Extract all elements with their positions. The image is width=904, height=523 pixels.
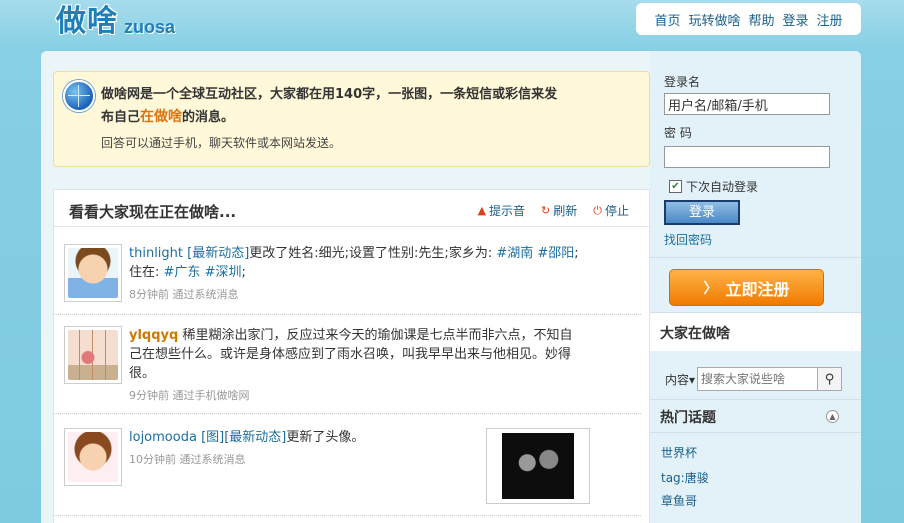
- remember-me[interactable]: ✔ 下次自动登录: [669, 178, 758, 195]
- stop-button[interactable]: ⏻ 停止: [593, 202, 629, 219]
- status-body: 稀里糊涂出家门，反应过来今天的瑜伽课是七点半而非六点，不知自己在想些什么。或许是…: [129, 328, 573, 381]
- bell-icon: ▲: [477, 204, 487, 217]
- status-meta: 8分钟前 通过系统消息: [129, 288, 239, 301]
- forgot-password-link[interactable]: 找回密码: [664, 231, 712, 248]
- main-panel: 做啥网是一个全球互动社区，大家都在用140字，一张图，一条短信或彩信来发 布自己…: [41, 51, 861, 523]
- username-label: 登录名: [664, 75, 701, 89]
- status-meta: 10分钟前 通过系统消息: [129, 453, 246, 466]
- attached-image[interactable]: [486, 428, 590, 504]
- logo-chinese: 做啥: [56, 4, 118, 39]
- status-meta: 9分钟前 通过手机做啥网: [129, 389, 250, 402]
- intro-line-1: 做啥网是一个全球互动社区，大家都在用140字，一张图，一条短信或彩信来发: [101, 87, 558, 102]
- status-body: 更改了姓名:细光;设置了性别:先生;家乡为:: [249, 246, 497, 261]
- intro-subtext: 回答可以通过手机，聊天软件或本网站发送。: [101, 136, 342, 150]
- status-body: 更新了头像。: [286, 430, 365, 445]
- intro-highlight: 在做啥: [140, 109, 183, 125]
- hot-topic-link[interactable]: 章鱼哥: [661, 492, 697, 509]
- intro-text: 做啥网是一个全球互动社区，大家都在用140字，一张图，一条短信或彩信来发 布自己…: [101, 84, 641, 129]
- checkbox-checked[interactable]: ✔: [669, 180, 682, 193]
- avatar[interactable]: [64, 428, 122, 486]
- timeline-tools: ▲ 提示音 ↻ 刷新 ⏻ 停止: [478, 202, 629, 219]
- tag-link[interactable]: [最新动态]: [224, 430, 286, 445]
- hot-topics-title: 热门话题: [660, 410, 716, 426]
- timeline-divider: [54, 226, 649, 227]
- item-divider: [54, 314, 641, 315]
- remember-label: 下次自动登录: [686, 180, 759, 194]
- sidebar-divider: [650, 257, 861, 258]
- refresh-icon: ↻: [541, 204, 551, 217]
- search-icon[interactable]: ⚲: [818, 367, 843, 391]
- status-text: thinlight [最新动态]更改了姓名:细光;设置了性别:先生;家乡为: #…: [129, 244, 589, 304]
- search-input[interactable]: [697, 367, 819, 391]
- intro-notice: 做啥网是一个全球互动社区，大家都在用140字，一张图，一条短信或彩信来发 布自己…: [53, 71, 650, 167]
- avatar[interactable]: [64, 326, 122, 384]
- search-scope-select[interactable]: 内容▾: [665, 371, 695, 388]
- nav-login[interactable]: 登录: [783, 10, 809, 29]
- topic-link[interactable]: #湖南: [496, 246, 533, 261]
- item-divider: [54, 413, 641, 414]
- register-label: 立即注册: [725, 279, 790, 299]
- image-tag-link[interactable]: [图]: [201, 430, 224, 445]
- nav-guide[interactable]: 玩转做啥: [688, 10, 740, 29]
- refresh-label: 刷新: [553, 204, 578, 218]
- hot-topics-header: 热门话题 ▲: [650, 399, 861, 433]
- status-text: ylqqyq 稀里糊涂出家门，反应过来今天的瑜伽课是七点半而非六点，不知自己在想…: [129, 326, 579, 405]
- hot-topic-link[interactable]: tag:唐骏: [661, 469, 709, 486]
- login-button[interactable]: 登录: [664, 200, 740, 225]
- topic-link[interactable]: #邵阳: [537, 246, 574, 261]
- top-navigation: 首页 玩转做啥 帮助 登录 注册: [636, 3, 861, 35]
- photo-thumbnail: [502, 433, 574, 499]
- status-body: ;: [241, 265, 246, 280]
- password-input[interactable]: [664, 146, 830, 168]
- username-link[interactable]: thinlight: [129, 246, 183, 261]
- intro-line-2b: 的消息。: [182, 110, 235, 125]
- item-divider: [54, 515, 641, 516]
- nav-home[interactable]: 首页: [654, 10, 680, 29]
- username-link[interactable]: lojomooda: [129, 430, 197, 445]
- register-button[interactable]: 〉 立即注册: [669, 269, 824, 306]
- topic-link[interactable]: #广东: [164, 265, 201, 280]
- right-sidebar: 登录名 密 码 ✔ 下次自动登录 登录 找回密码 〉 立即注册 大家在做啥 内容…: [650, 51, 861, 523]
- chevron-right-icon: 〉: [703, 280, 718, 297]
- refresh-button[interactable]: ↻ 刷新: [541, 202, 577, 219]
- stop-icon: ⏻: [593, 203, 602, 217]
- section-title: 大家在做啥: [650, 313, 861, 351]
- collapse-icon[interactable]: ▲: [826, 410, 839, 423]
- logo-english: zuosa: [124, 17, 176, 37]
- username-link[interactable]: ylqqyq: [129, 328, 178, 343]
- nav-help[interactable]: 帮助: [748, 10, 774, 29]
- sound-toggle[interactable]: ▲ 提示音: [478, 202, 525, 219]
- intro-line-2a: 布自己: [101, 110, 141, 125]
- nav-register[interactable]: 注册: [817, 10, 843, 29]
- avatar[interactable]: [64, 244, 122, 302]
- username-input[interactable]: [664, 93, 830, 115]
- globe-icon: [63, 80, 95, 112]
- site-logo[interactable]: 做啥 zuosa: [56, 4, 175, 40]
- tag-link[interactable]: [最新动态]: [187, 246, 249, 261]
- topic-link[interactable]: #深圳: [205, 265, 242, 280]
- public-timeline: 看看大家现在正在做啥... ▲ 提示音 ↻ 刷新 ⏻ 停止 thinlight [最新…: [53, 189, 650, 523]
- search-bar: 内容▾ ⚲: [665, 367, 843, 391]
- sound-label: 提示音: [489, 204, 526, 218]
- status-text: lojomooda [图][最新动态]更新了头像。 10分钟前 通过系统消息: [129, 428, 479, 469]
- timeline-title: 看看大家现在正在做啥...: [69, 203, 237, 221]
- left-column: 做啥网是一个全球互动社区，大家都在用140字，一张图，一条短信或彩信来发 布自己…: [41, 51, 650, 523]
- password-label: 密 码: [664, 126, 692, 140]
- hot-topic-link[interactable]: 世界杯: [661, 444, 697, 461]
- stop-label: 停止: [604, 204, 629, 218]
